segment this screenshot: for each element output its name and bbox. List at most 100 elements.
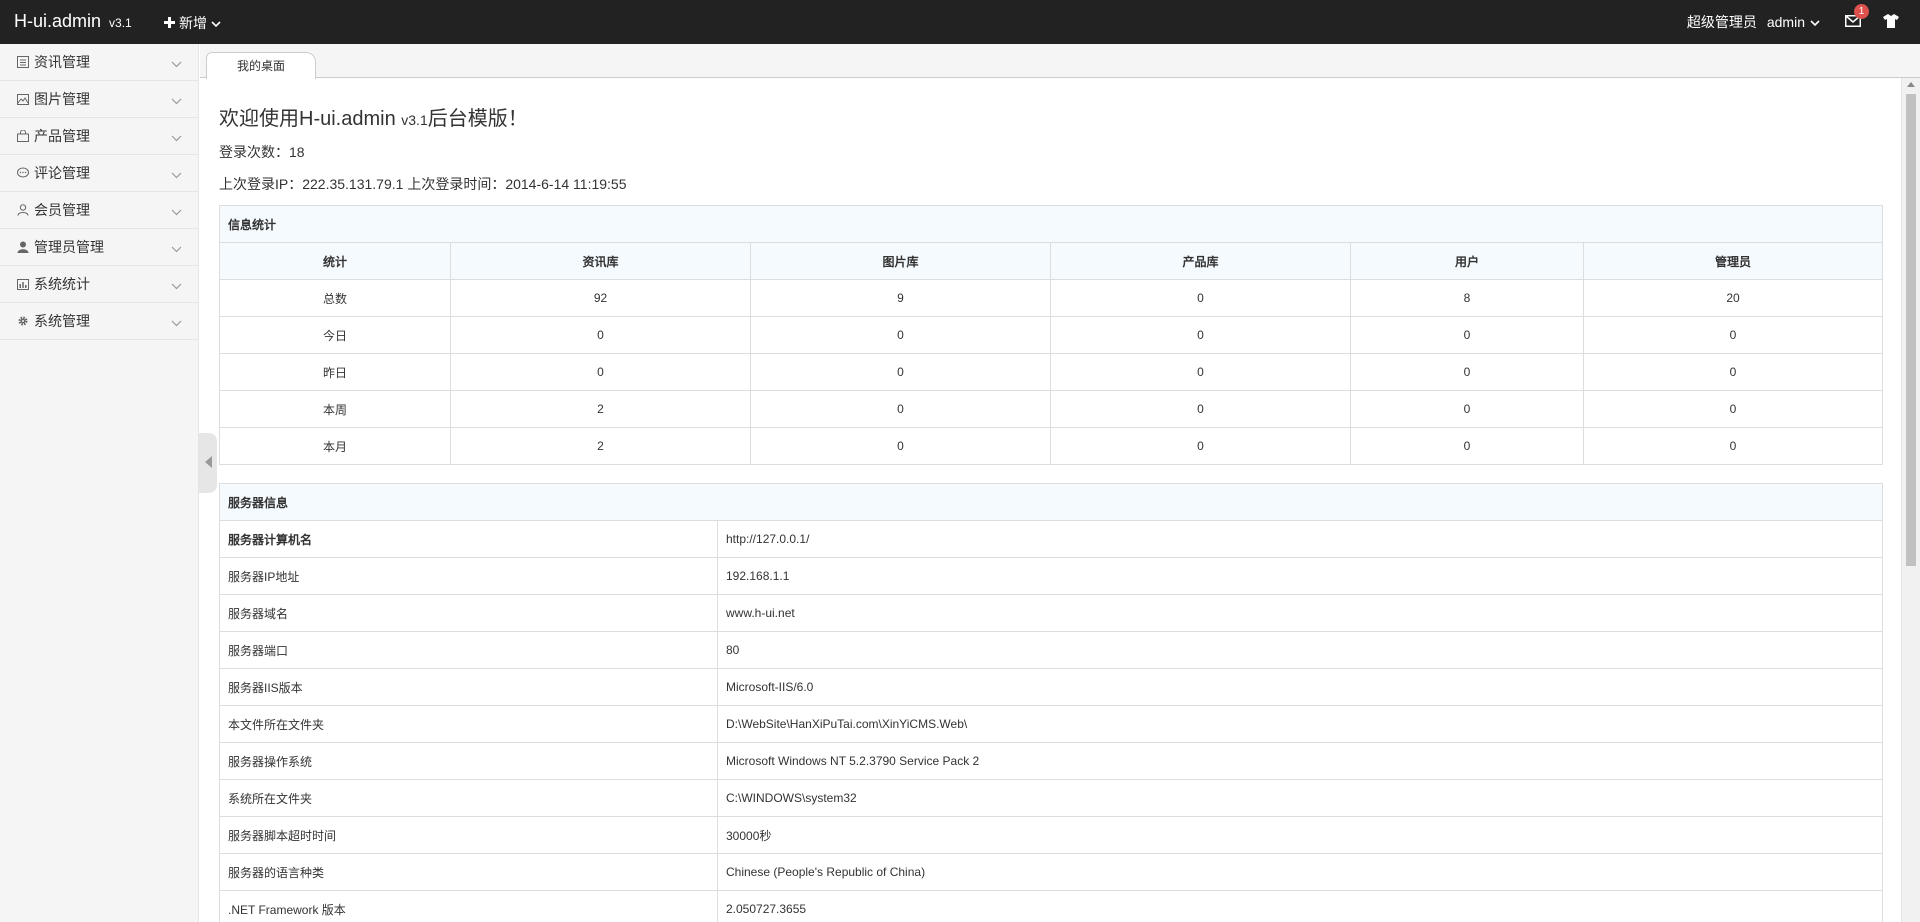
table-cell: 0: [1350, 316, 1584, 354]
table-cell: 30000秒: [717, 816, 1883, 854]
navbar-right: 超级管理员 admin 1: [1687, 0, 1920, 44]
tab-my-desktop[interactable]: 我的桌面: [206, 52, 316, 79]
table-cell: 0: [1583, 353, 1883, 391]
message-count-badge: 1: [1854, 4, 1869, 19]
table-cell: 本文件所在文件夹: [219, 705, 718, 743]
stats-header: 资讯库: [450, 242, 751, 280]
table-row: 本周 2 0 0 0 0: [219, 390, 1883, 428]
logo-version: v3.1: [109, 16, 132, 30]
stats-header: 产品库: [1050, 242, 1351, 280]
user-menu[interactable]: admin: [1767, 14, 1820, 30]
table-cell: 服务器的语言种类: [219, 853, 718, 891]
table-cell: 0: [750, 427, 1051, 465]
table-row: 本月 2 0 0 0 0: [219, 427, 1883, 465]
table-cell: 昨日: [219, 353, 451, 391]
tab-bar: 我的桌面: [200, 44, 1920, 79]
sidebar-item-label: 管理员管理: [34, 239, 104, 255]
sidebar-item-label: 图片管理: [34, 91, 90, 107]
sidebar-item-system[interactable]: 系统管理: [0, 303, 198, 340]
content-scrollbar[interactable]: [1901, 78, 1920, 922]
table-cell: 192.168.1.1: [717, 557, 1883, 595]
table-cell: www.h-ui.net: [717, 594, 1883, 632]
table-cell: 0: [1583, 390, 1883, 428]
comment-icon: [16, 166, 30, 180]
table-row: 服务器的语言种类 Chinese (People's Republic of Ch…: [219, 853, 1883, 891]
sidebar-item-news[interactable]: 资讯管理: [0, 44, 198, 81]
table-cell: 0: [1050, 353, 1351, 391]
top-navbar: H-ui.admin v3.1 新增 超级管理员 admin 1: [0, 0, 1920, 44]
stats-header: 图片库: [750, 242, 1051, 280]
sidebar-item-label: 系统管理: [34, 313, 90, 329]
table-cell: 服务器IP地址: [219, 557, 718, 595]
table-row: .NET Framework 版本 2.050727.3655: [219, 890, 1883, 922]
sidebar-item-admins[interactable]: 管理员管理: [0, 229, 198, 266]
table-row: 服务器端口 80: [219, 631, 1883, 669]
table-cell: 系统所在文件夹: [219, 779, 718, 817]
table-row: 昨日 0 0 0 0 0: [219, 353, 1883, 391]
stats-header: 管理员: [1583, 242, 1883, 280]
table-cell: D:\WebSite\HanXiPuTai.com\XinYiCMS.Web\: [717, 705, 1883, 743]
table-cell: 0: [750, 390, 1051, 428]
table-row: 本文件所在文件夹 D:\WebSite\HanXiPuTai.com\XinYiC…: [219, 705, 1883, 743]
logo[interactable]: H-ui.admin v3.1: [14, 11, 132, 32]
welcome-prefix: 欢迎使用H-ui.admin: [219, 108, 396, 130]
table-cell: 92: [450, 279, 751, 317]
table-cell: 0: [1050, 390, 1351, 428]
scroll-up-icon[interactable]: [1907, 82, 1915, 87]
chevron-down-icon: [171, 315, 182, 330]
table-cell: 0: [1350, 427, 1584, 465]
chevron-down-icon: [171, 167, 182, 182]
chevron-down-icon: [1810, 14, 1820, 30]
user-icon: [16, 203, 30, 217]
skin-button[interactable]: [1880, 11, 1902, 33]
logo-text: H-ui.admin: [14, 11, 102, 31]
sidebar-item-members[interactable]: 会员管理: [0, 192, 198, 229]
table-cell: 2: [450, 390, 751, 428]
admin-icon: [16, 240, 30, 254]
chevron-down-icon: [171, 93, 182, 108]
stats-header: 用户: [1350, 242, 1584, 280]
gear-icon: [16, 314, 30, 328]
sidebar-item-products[interactable]: 产品管理: [0, 118, 198, 155]
news-icon: [16, 55, 30, 69]
stats-header: 统计: [219, 242, 451, 280]
table-cell: 80: [717, 631, 1883, 669]
stats-table-title: 信息统计: [219, 205, 1883, 243]
chevron-down-icon: [171, 241, 182, 256]
sidebar-item-label: 系统统计: [34, 276, 90, 292]
sidebar-item-comments[interactable]: 评论管理: [0, 155, 198, 192]
table-row: 服务器脚本超时时间 30000秒: [219, 816, 1883, 854]
table-row: 服务器操作系统 Microsoft Windows NT 5.2.3790 Ser…: [219, 742, 1883, 780]
table-cell: Chinese (People's Republic of China): [717, 853, 1883, 891]
sidebar: 资讯管理 图片管理 产品管理 评论管理 会员管理 管理员管理 系统统计 系统管理: [0, 44, 199, 922]
table-cell: 0: [1050, 279, 1351, 317]
chevron-down-icon: [171, 130, 182, 145]
server-table-title: 服务器信息: [219, 483, 1883, 521]
table-row: 服务器IIS版本 Microsoft-IIS/6.0: [219, 668, 1883, 706]
new-menu-button[interactable]: 新增: [164, 13, 221, 33]
table-cell: 0: [1050, 427, 1351, 465]
user-role: 超级管理员: [1686, 14, 1757, 30]
table-cell: 8: [1350, 279, 1584, 317]
table-cell: 0: [1583, 316, 1883, 354]
table-cell: 本月: [219, 427, 451, 465]
table-cell: 今日: [219, 316, 451, 354]
table-cell: Microsoft-IIS/6.0: [717, 668, 1883, 706]
page-title: 欢迎使用H-ui.admin v3.1后台模版！: [219, 102, 528, 131]
table-cell: 0: [1050, 316, 1351, 354]
table-cell: 本周: [219, 390, 451, 428]
table-row: 服务器域名 www.h-ui.net: [219, 594, 1883, 632]
table-cell: .NET Framework 版本: [219, 890, 718, 922]
table-cell: 0: [1583, 427, 1883, 465]
messages-button[interactable]: 1: [1842, 4, 1869, 33]
table-cell: 2.050727.3655: [717, 890, 1883, 922]
table-cell: 服务器计算机名: [219, 520, 718, 558]
picture-icon: [16, 92, 30, 106]
sidebar-item-label: 会员管理: [34, 202, 90, 218]
scrollbar-thumb[interactable]: [1906, 94, 1916, 566]
user-name: admin: [1766, 14, 1805, 30]
sidebar-item-pictures[interactable]: 图片管理: [0, 81, 198, 118]
table-row: 总数 92 9 0 8 20: [219, 279, 1883, 317]
table-cell: 9: [750, 279, 1051, 317]
sidebar-item-statistics[interactable]: 系统统计: [0, 266, 198, 303]
